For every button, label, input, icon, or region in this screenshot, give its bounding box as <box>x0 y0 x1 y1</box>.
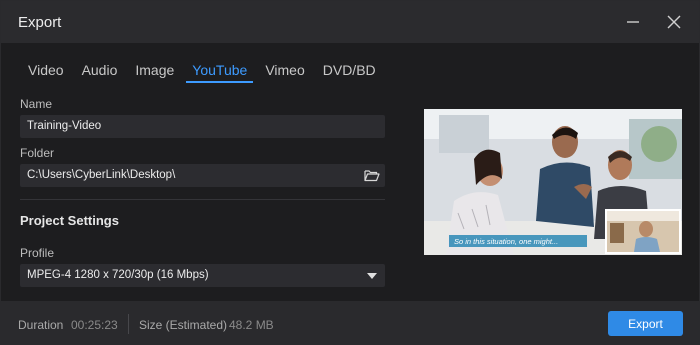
profile-label: Profile <box>20 246 55 260</box>
duration-label: Duration <box>18 318 64 332</box>
tab-audio[interactable]: Audio <box>76 59 124 81</box>
minimize-icon <box>627 21 639 23</box>
folder-field[interactable]: C:\Users\CyberLink\Desktop\ <box>20 164 385 187</box>
dropdown-arrow-icon[interactable] <box>363 267 381 284</box>
section-divider <box>20 199 385 200</box>
dialog-footer: Duration 00:25:23 Size (Estimated) 48.2 … <box>1 301 699 345</box>
tab-dvd-bd[interactable]: DVD/BD <box>317 59 382 81</box>
name-field[interactable]: Training-Video <box>20 115 385 138</box>
profile-select[interactable]: MPEG-4 1280 x 720/30p (16 Mbps) <box>20 264 385 287</box>
preview-caption: So in this situation, one might... <box>454 237 558 246</box>
folder-open-icon[interactable] <box>363 167 381 184</box>
close-icon <box>667 15 681 29</box>
tab-video[interactable]: Video <box>18 59 70 81</box>
footer-separator <box>128 314 129 334</box>
export-dialog: Export Video Audio Image YouTube Vimeo D… <box>0 0 700 345</box>
title-bar: Export <box>1 1 699 43</box>
tab-vimeo[interactable]: Vimeo <box>259 59 310 81</box>
folder-label: Folder <box>20 146 55 160</box>
tab-image[interactable]: Image <box>129 59 180 81</box>
video-preview: So in this situation, one might... <box>424 109 682 255</box>
profile-value: MPEG-4 1280 x 720/30p (16 Mbps) <box>27 269 209 281</box>
name-label: Name <box>20 97 53 111</box>
export-button[interactable]: Export <box>608 311 683 336</box>
size-label: Size (Estimated) <box>139 318 228 332</box>
folder-value: C:\Users\CyberLink\Desktop\ <box>27 169 176 181</box>
export-tabs: Video Audio Image YouTube Vimeo DVD/BD <box>18 59 388 83</box>
duration-value: 00:25:23 <box>71 318 118 332</box>
tab-youtube[interactable]: YouTube <box>186 59 254 83</box>
project-settings-title: Project Settings <box>20 213 119 228</box>
minimize-button[interactable] <box>620 9 646 35</box>
dialog-title: Export <box>18 14 62 31</box>
name-value: Training-Video <box>27 120 102 132</box>
size-value: 48.2 MB <box>229 318 274 332</box>
close-button[interactable] <box>661 9 687 35</box>
